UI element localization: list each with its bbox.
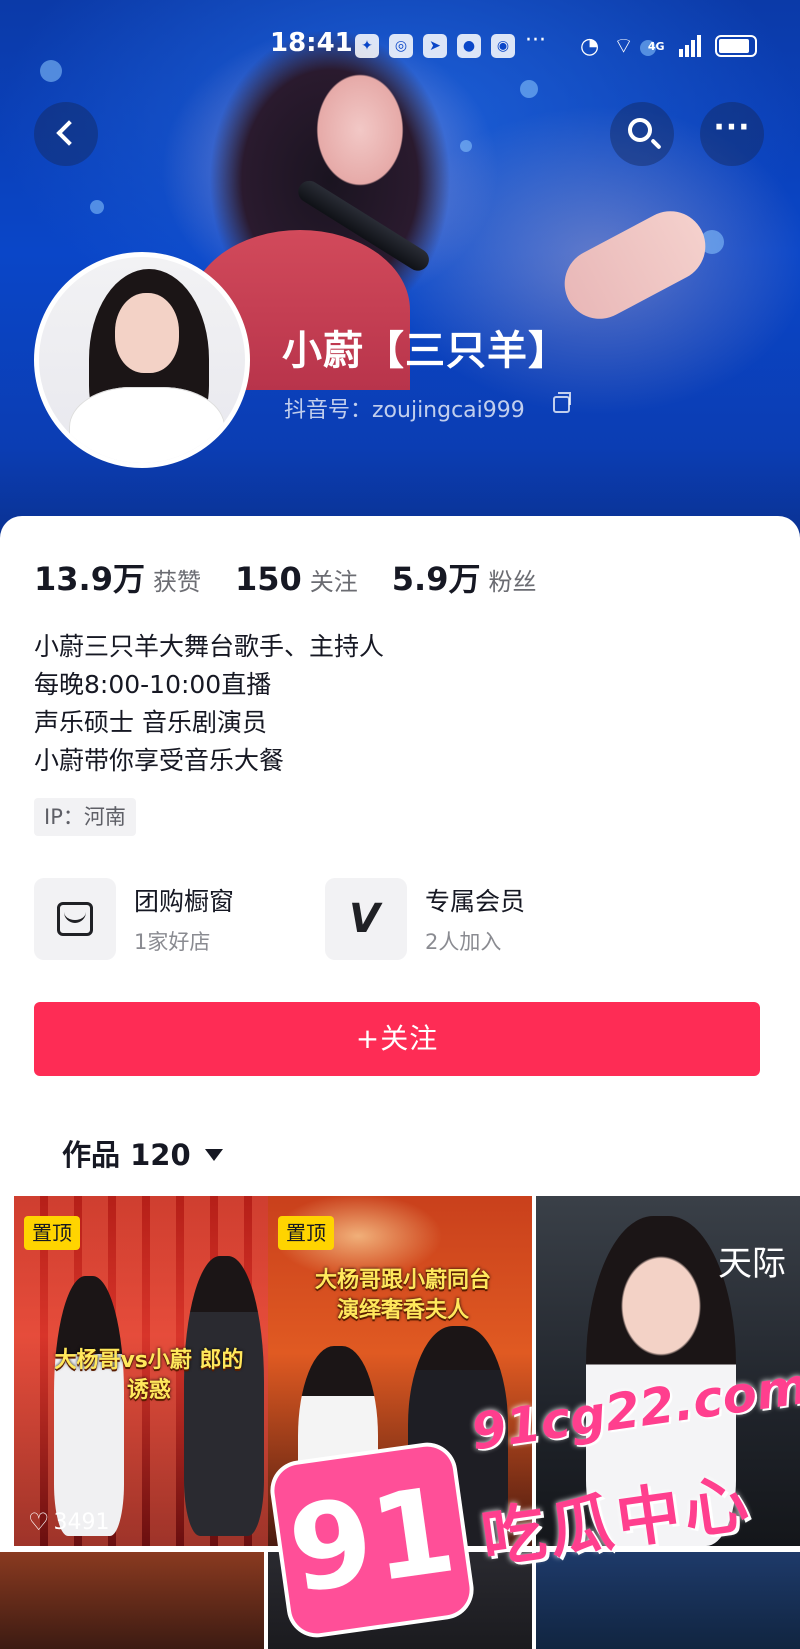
pinned-badge: 置顶	[24, 1216, 80, 1250]
status-time: 18:41	[270, 28, 353, 58]
more-dots-icon: ···	[713, 110, 751, 145]
network-type: 4G	[647, 39, 665, 53]
shop-icon	[57, 902, 93, 936]
feature-title: 团购橱窗	[134, 887, 235, 916]
message-icon: ●	[457, 34, 481, 58]
video-tile[interactable]: 置顶 大杨哥vs小蔚 郎的诱惑 ♡ 3491	[14, 1196, 278, 1546]
notification-icon: ✦	[355, 34, 379, 58]
heart-icon: ♡	[28, 1508, 50, 1536]
douyin-id: 抖音号：zoujingcai999	[284, 398, 525, 423]
video-title-art: 天际	[718, 1244, 786, 1284]
search-icon	[628, 118, 652, 142]
speed-icon: ◔	[580, 33, 600, 59]
avatar[interactable]	[34, 252, 250, 468]
watermark-logo: 91	[271, 1443, 473, 1637]
video-tile[interactable]	[0, 1552, 264, 1649]
wifi-icon: ⌔	[613, 34, 634, 59]
video-caption: 大杨哥跟小蔚同台演绎奢香夫人	[314, 1268, 491, 1323]
notification-icon: ◎	[389, 34, 413, 58]
group-buy-shop-entry[interactable]: 团购橱窗 1家好店	[34, 876, 234, 962]
feature-subtitle: 1家好店	[134, 930, 211, 954]
copy-icon[interactable]	[553, 392, 571, 413]
follow-button[interactable]: +关注	[34, 1002, 760, 1076]
tab-works[interactable]: 作品 120	[62, 1132, 223, 1174]
bio-line: 小蔚带你享受音乐大餐	[34, 746, 285, 775]
browser-icon: ◉	[491, 34, 515, 58]
search-button[interactable]	[610, 102, 674, 166]
profile-bio: 小蔚三只羊大舞台歌手、主持人 每晚8:00-10:00直播 声乐硕士 音乐剧演员…	[34, 628, 384, 780]
bokeh-light	[520, 80, 538, 98]
video-caption: 大杨哥vs小蔚 郎的诱惑	[54, 1348, 244, 1403]
stat-followers[interactable]: 5.9万 粉丝	[392, 554, 537, 600]
banner-singer-arm	[552, 198, 718, 332]
status-bar: 18:41 ✦ ◎ ➤ ● ◉ ··· ◔ ⌔ 4G	[0, 28, 800, 68]
back-button[interactable]	[34, 102, 98, 166]
stat-following[interactable]: 150 关注	[235, 560, 358, 598]
pinned-badge: 置顶	[278, 1216, 334, 1250]
video-likes: ♡ 3491	[28, 1508, 110, 1536]
bio-line: 声乐硕士 音乐剧演员	[34, 708, 267, 737]
bio-line: 小蔚三只羊大舞台歌手、主持人	[34, 632, 385, 661]
exclusive-member-entry[interactable]: V 专属会员 2人加入	[325, 876, 525, 962]
more-options-button[interactable]: ···	[700, 102, 764, 166]
vip-icon: V	[349, 896, 380, 942]
ip-location-tag: IP：河南	[34, 798, 136, 836]
bio-line: 每晚8:00-10:00直播	[34, 670, 272, 699]
profile-stats: 13.9万 获赞 150 关注 5.9万 粉丝	[34, 554, 536, 600]
bokeh-light	[90, 200, 104, 214]
caret-down-icon	[204, 1149, 223, 1161]
signal-icon	[678, 35, 701, 57]
feature-subtitle: 2人加入	[425, 930, 502, 954]
battery-icon	[714, 35, 757, 57]
status-more-icon: ···	[525, 28, 546, 53]
chevron-left-icon	[56, 120, 82, 146]
feature-title: 专属会员	[425, 887, 526, 916]
status-right: ◔ ⌔ 4G	[580, 32, 757, 60]
profile-nickname: 小蔚【三只羊】	[282, 328, 569, 374]
stat-likes[interactable]: 13.9万 获赞	[34, 554, 201, 600]
tab-works-label: 作品 120	[62, 1138, 191, 1172]
telegram-icon: ➤	[423, 34, 447, 58]
status-app-icons: ✦ ◎ ➤ ● ◉	[355, 34, 515, 58]
